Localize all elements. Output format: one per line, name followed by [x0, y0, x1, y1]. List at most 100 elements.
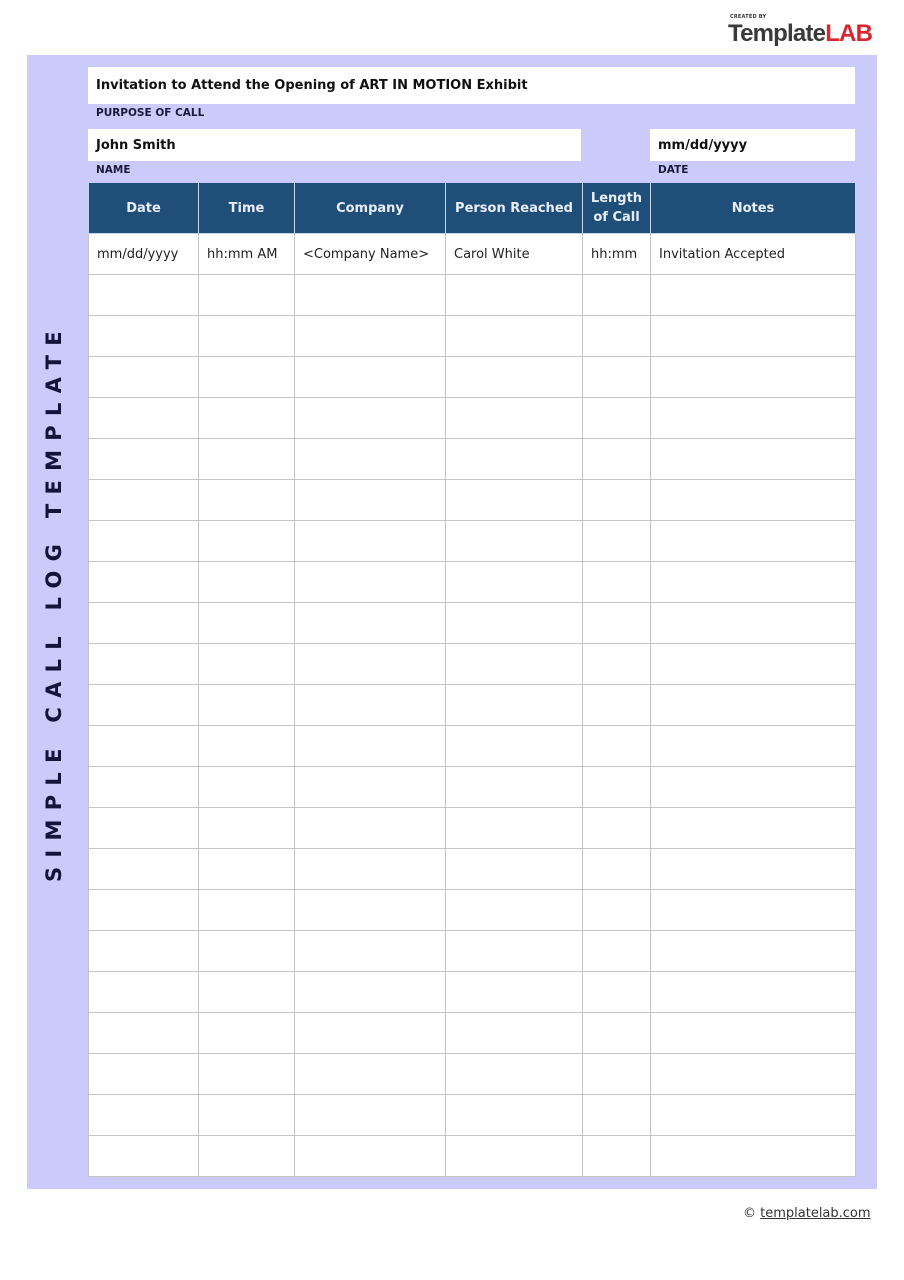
cell-length[interactable] — [582, 889, 651, 931]
cell-person-reached[interactable] — [445, 1053, 583, 1095]
name-field[interactable]: John Smith — [88, 129, 581, 161]
cell-person-reached[interactable] — [445, 1012, 583, 1054]
cell-length[interactable] — [582, 438, 651, 480]
cell-date[interactable] — [88, 479, 199, 521]
cell-company[interactable] — [294, 807, 446, 849]
cell-time[interactable] — [198, 848, 295, 890]
cell-length[interactable] — [582, 725, 651, 767]
cell-time[interactable] — [198, 643, 295, 685]
cell-person-reached[interactable] — [445, 766, 583, 808]
cell-company[interactable] — [294, 561, 446, 603]
cell-length[interactable] — [582, 274, 651, 316]
cell-time[interactable] — [198, 807, 295, 849]
cell-date[interactable] — [88, 561, 199, 603]
cell-notes[interactable] — [650, 1012, 856, 1054]
cell-length[interactable] — [582, 684, 651, 726]
cell-notes[interactable] — [650, 1053, 856, 1095]
cell-notes[interactable] — [650, 520, 856, 562]
cell-time[interactable] — [198, 725, 295, 767]
cell-company[interactable] — [294, 725, 446, 767]
cell-person-reached[interactable] — [445, 520, 583, 562]
cell-time[interactable] — [198, 315, 295, 357]
cell-length[interactable] — [582, 1135, 651, 1177]
cell-date[interactable] — [88, 397, 199, 439]
cell-length[interactable] — [582, 315, 651, 357]
cell-company[interactable] — [294, 438, 446, 480]
cell-length[interactable] — [582, 643, 651, 685]
cell-date[interactable] — [88, 356, 199, 398]
cell-notes[interactable] — [650, 889, 856, 931]
cell-date[interactable] — [88, 520, 199, 562]
cell-notes[interactable]: Invitation Accepted — [650, 233, 856, 275]
cell-time[interactable] — [198, 479, 295, 521]
cell-company[interactable] — [294, 643, 446, 685]
cell-notes[interactable] — [650, 274, 856, 316]
cell-length[interactable] — [582, 602, 651, 644]
cell-person-reached[interactable] — [445, 848, 583, 890]
cell-company[interactable] — [294, 930, 446, 972]
cell-time[interactable] — [198, 520, 295, 562]
cell-date[interactable] — [88, 725, 199, 767]
cell-length[interactable] — [582, 479, 651, 521]
cell-time[interactable] — [198, 1135, 295, 1177]
cell-notes[interactable] — [650, 438, 856, 480]
cell-company[interactable] — [294, 397, 446, 439]
cell-length[interactable] — [582, 561, 651, 603]
cell-length[interactable] — [582, 930, 651, 972]
cell-date[interactable]: mm/dd/yyyy — [88, 233, 199, 275]
cell-date[interactable] — [88, 274, 199, 316]
cell-company[interactable] — [294, 520, 446, 562]
cell-company[interactable] — [294, 1094, 446, 1136]
cell-time[interactable] — [198, 971, 295, 1013]
cell-notes[interactable] — [650, 397, 856, 439]
cell-notes[interactable] — [650, 479, 856, 521]
cell-date[interactable] — [88, 971, 199, 1013]
cell-length[interactable] — [582, 1012, 651, 1054]
cell-date[interactable] — [88, 643, 199, 685]
cell-company[interactable]: <Company Name> — [294, 233, 446, 275]
cell-company[interactable] — [294, 684, 446, 726]
cell-length[interactable] — [582, 356, 651, 398]
cell-time[interactable] — [198, 1012, 295, 1054]
cell-length[interactable]: hh:mm — [582, 233, 651, 275]
cell-company[interactable] — [294, 1053, 446, 1095]
templatelab-link[interactable]: templatelab.com — [760, 1206, 870, 1221]
cell-length[interactable] — [582, 848, 651, 890]
cell-notes[interactable] — [650, 643, 856, 685]
cell-company[interactable] — [294, 479, 446, 521]
cell-company[interactable] — [294, 848, 446, 890]
cell-date[interactable] — [88, 438, 199, 480]
cell-person-reached[interactable] — [445, 971, 583, 1013]
cell-time[interactable] — [198, 438, 295, 480]
cell-date[interactable] — [88, 684, 199, 726]
cell-notes[interactable] — [650, 315, 856, 357]
cell-person-reached[interactable] — [445, 725, 583, 767]
cell-date[interactable] — [88, 315, 199, 357]
cell-notes[interactable] — [650, 356, 856, 398]
cell-time[interactable] — [198, 766, 295, 808]
cell-notes[interactable] — [650, 725, 856, 767]
cell-date[interactable] — [88, 766, 199, 808]
cell-notes[interactable] — [650, 1135, 856, 1177]
cell-length[interactable] — [582, 807, 651, 849]
cell-notes[interactable] — [650, 602, 856, 644]
cell-person-reached[interactable] — [445, 397, 583, 439]
cell-person-reached[interactable] — [445, 479, 583, 521]
cell-date[interactable] — [88, 848, 199, 890]
cell-company[interactable] — [294, 274, 446, 316]
cell-date[interactable] — [88, 1094, 199, 1136]
cell-date[interactable] — [88, 807, 199, 849]
cell-company[interactable] — [294, 356, 446, 398]
cell-person-reached[interactable] — [445, 561, 583, 603]
cell-notes[interactable] — [650, 561, 856, 603]
cell-notes[interactable] — [650, 766, 856, 808]
cell-time[interactable] — [198, 561, 295, 603]
cell-person-reached[interactable] — [445, 1135, 583, 1177]
cell-company[interactable] — [294, 1012, 446, 1054]
cell-time[interactable]: hh:mm AM — [198, 233, 295, 275]
cell-person-reached[interactable] — [445, 315, 583, 357]
cell-person-reached[interactable] — [445, 602, 583, 644]
cell-person-reached[interactable] — [445, 930, 583, 972]
cell-date[interactable] — [88, 1135, 199, 1177]
cell-date[interactable] — [88, 602, 199, 644]
